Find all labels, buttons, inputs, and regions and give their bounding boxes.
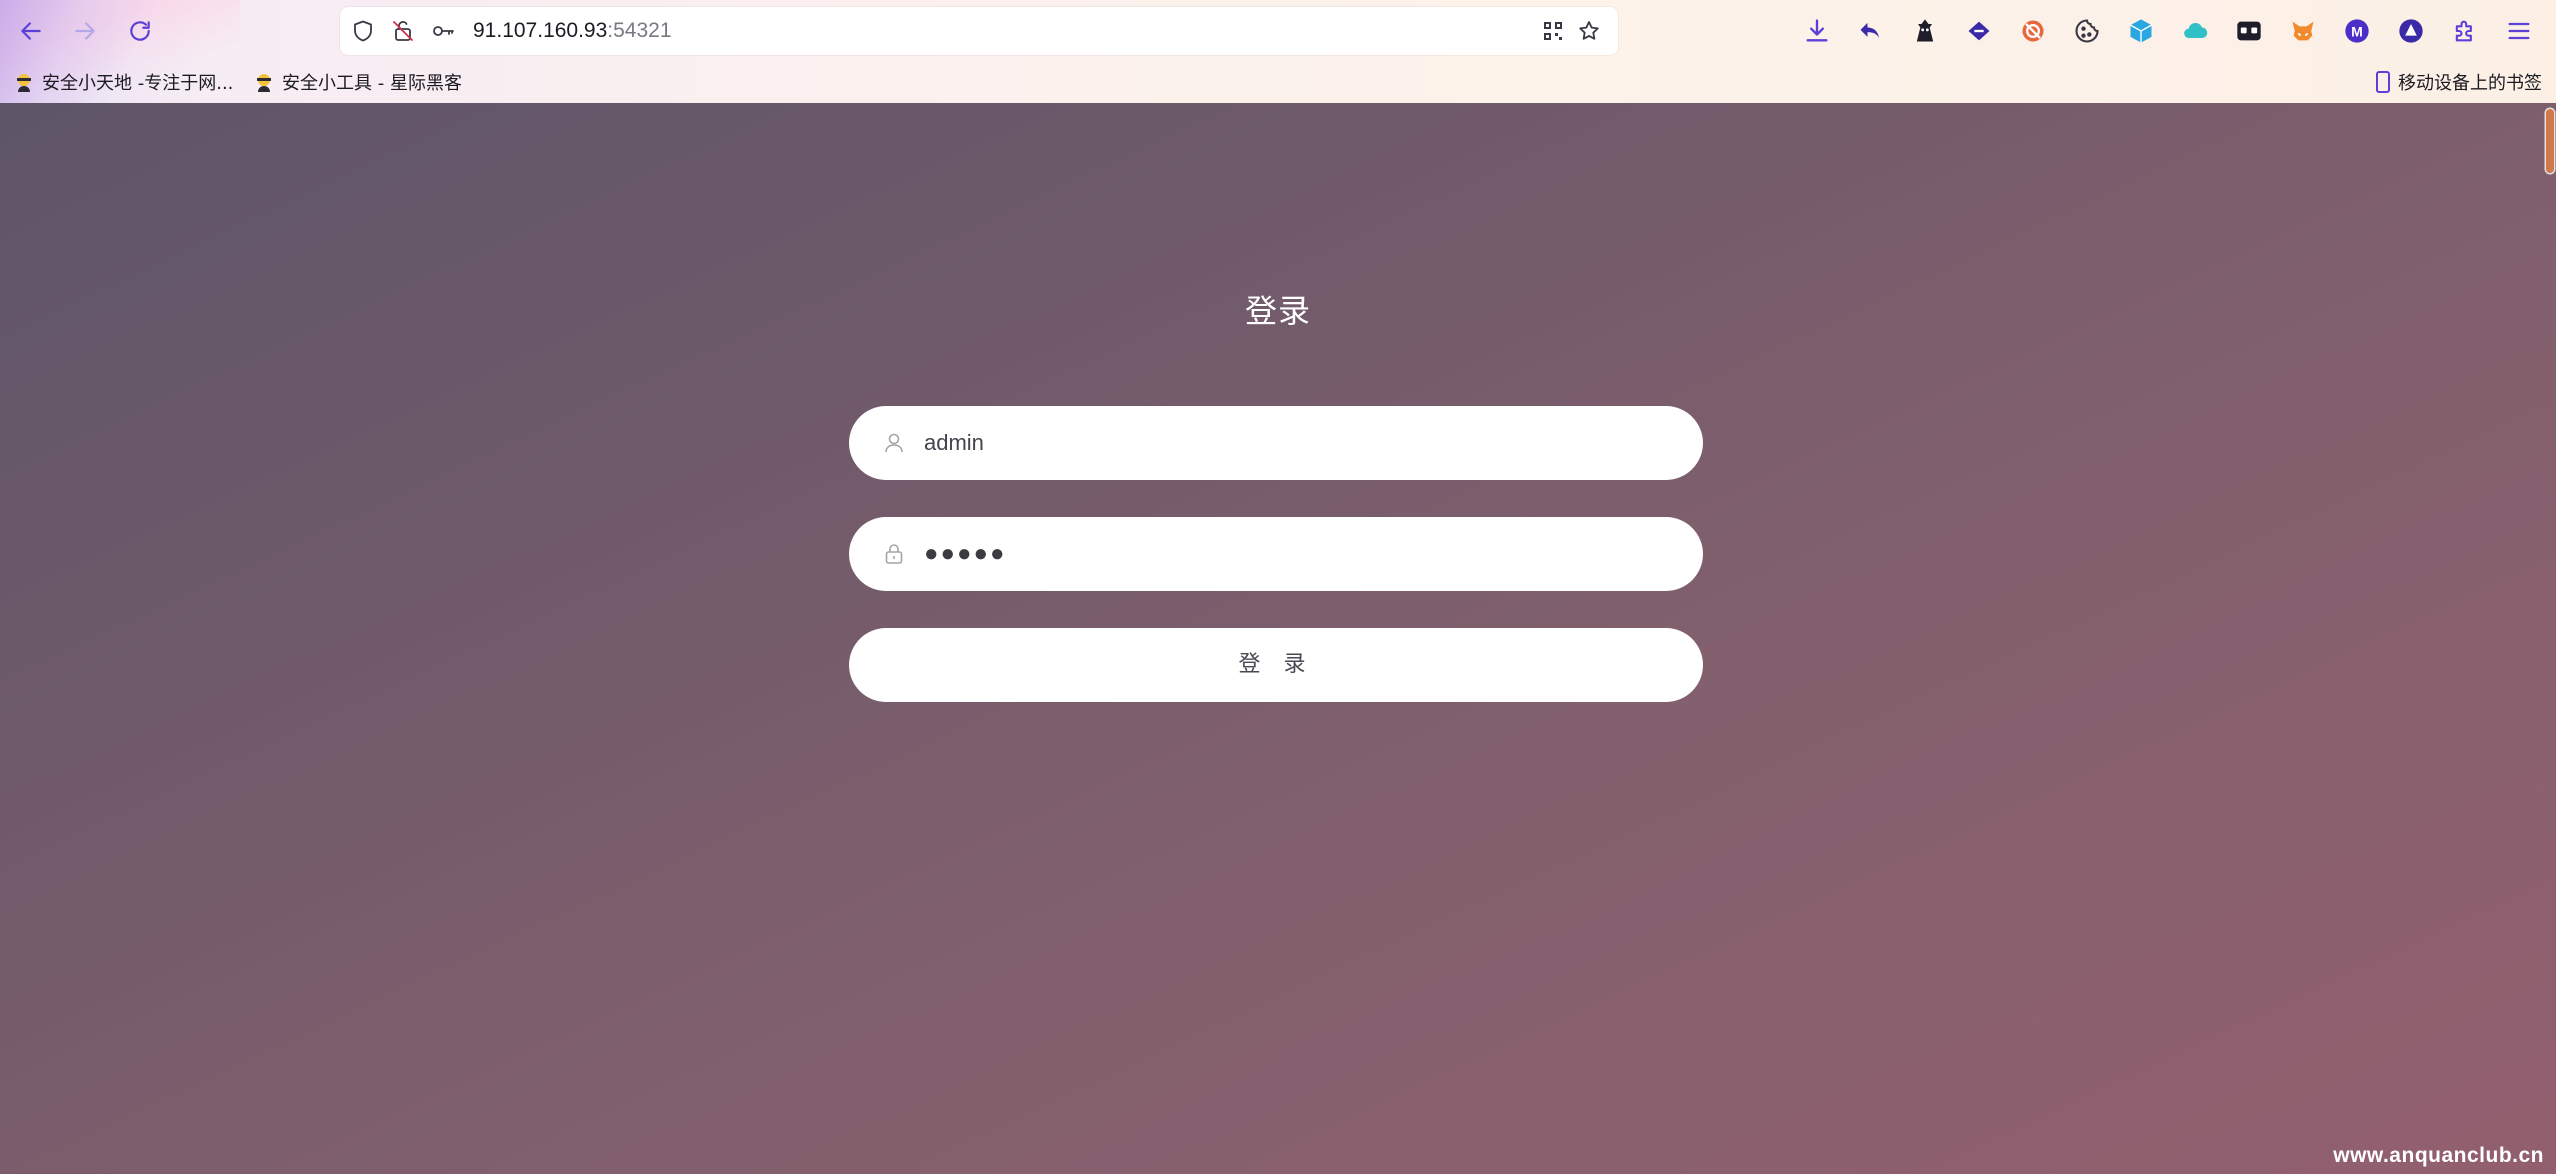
watermark-text: www.anquanclub.cn — [2333, 1144, 2544, 1167]
fox-wallet-icon[interactable] — [2286, 14, 2320, 48]
forward-button[interactable] — [67, 13, 103, 49]
scrollbar-thumb[interactable] — [2546, 109, 2554, 173]
bookmark-label: 安全小天地 -专注于网... — [42, 73, 234, 94]
forward-arrow-icon — [75, 22, 95, 40]
blocker-extension-icon[interactable] — [2016, 14, 2050, 48]
key-icon[interactable] — [430, 18, 456, 44]
back-button[interactable] — [13, 13, 49, 49]
cloud-icon[interactable] — [2178, 14, 2212, 48]
hacker-avatar-icon — [12, 70, 36, 94]
bookmark-label: 安全小工具 - 星际黑客 — [282, 73, 462, 94]
diamond-extension-icon[interactable] — [1962, 14, 1996, 48]
glasses-extension-icon[interactable] — [2232, 14, 2266, 48]
undo-arrow-icon[interactable] — [1854, 14, 1888, 48]
m-extension-icon[interactable]: M — [2340, 14, 2374, 48]
login-button[interactable]: 登 录 — [849, 628, 1703, 702]
tracking-protection-shield-icon[interactable] — [350, 18, 376, 44]
mobile-device-icon — [2372, 70, 2394, 94]
bookmark-item-1[interactable]: 安全小天地 -专注于网... — [12, 66, 233, 98]
username-field[interactable]: admin — [849, 406, 1703, 480]
back-arrow-icon — [21, 22, 41, 40]
lock-icon — [883, 542, 905, 566]
hacker-extension-icon[interactable] — [1908, 14, 1942, 48]
insecure-lock-icon[interactable] — [390, 18, 416, 44]
password-field[interactable]: ●●●●● — [849, 517, 1703, 591]
username-value: admin — [924, 430, 984, 455]
login-title: 登录 — [1244, 292, 1311, 330]
reload-icon — [130, 21, 150, 41]
browser-window: 91.107.160.93:54321 M 安全小天地 -专注于网... 安全小… — [0, 0, 2556, 1174]
mobile-bookmarks-folder[interactable]: 移动设备上的书签 — [2372, 66, 2542, 98]
url-text[interactable]: 91.107.160.93:54321 — [473, 7, 672, 55]
mobile-bookmarks-label: 移动设备上的书签 — [2398, 73, 2542, 94]
address-bar[interactable]: 91.107.160.93:54321 — [340, 7, 1618, 55]
cube-extension-icon[interactable] — [2124, 14, 2158, 48]
extensions-puzzle-icon[interactable] — [2448, 14, 2482, 48]
navigation-toolbar: 91.107.160.93:54321 M — [0, 0, 2556, 62]
url-port: :54321 — [607, 19, 672, 42]
qr-code-icon[interactable] — [1540, 18, 1566, 44]
login-page: 登录 admin ●●●●● 登 录 www.anquanclub.cn — [0, 103, 2556, 1174]
svg-text:M: M — [2351, 23, 2363, 39]
hacker-avatar-icon — [252, 70, 276, 94]
account-extension-icon[interactable] — [2394, 14, 2428, 48]
password-value: ●●●●● — [924, 540, 1007, 567]
page-scrollbar[interactable] — [2542, 103, 2556, 1174]
menu-hamburger-icon[interactable] — [2502, 14, 2536, 48]
user-icon — [883, 431, 905, 455]
reload-button[interactable] — [122, 13, 158, 49]
bookmark-star-icon[interactable] — [1576, 18, 1602, 44]
browser-chrome: 91.107.160.93:54321 M 安全小天地 -专注于网... 安全小… — [0, 0, 2556, 103]
downloads-icon[interactable] — [1800, 14, 1834, 48]
bookmark-item-2[interactable]: 安全小工具 - 星际黑客 — [252, 66, 462, 98]
bookmarks-toolbar: 安全小天地 -专注于网... 安全小工具 - 星际黑客 移动设备上的书签 — [0, 62, 2556, 103]
cookie-icon[interactable] — [2070, 14, 2104, 48]
url-host: 91.107.160.93 — [473, 19, 608, 42]
